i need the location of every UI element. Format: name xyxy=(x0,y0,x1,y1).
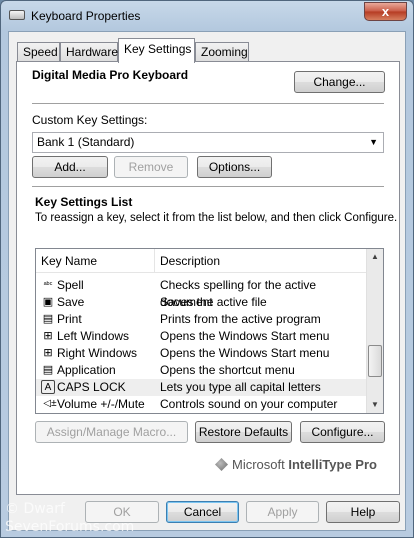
keyboard-name: Digital Media Pro Keyboard xyxy=(32,68,189,82)
intellitype-logo: Microsoft IntelliType Pro xyxy=(215,457,377,472)
list-item[interactable]: ᵃᵇᶜ Spell Checks spelling for the active… xyxy=(36,277,366,309)
key-name: CAPS LOCK xyxy=(57,380,126,394)
key-description: Prints from the active program xyxy=(160,312,321,326)
watermark-line-2: SevenForums.com xyxy=(5,519,135,535)
key-description: Lets you type all capital letters xyxy=(160,380,321,394)
options-button[interactable]: Options... xyxy=(197,156,272,178)
scroll-up-icon[interactable]: ▲ xyxy=(367,249,383,265)
key-settings-panel: Digital Media Pro Keyboard Change... Cus… xyxy=(16,61,400,495)
watermark-line-1: © Dwarf xyxy=(5,501,65,517)
logo-brand: Microsoft xyxy=(232,457,285,472)
chevron-down-icon: ▼ xyxy=(369,137,378,147)
instructions-text: To reassign a key, select it from the li… xyxy=(35,212,398,224)
help-button[interactable]: Help xyxy=(326,501,400,523)
cancel-button[interactable]: Cancel xyxy=(166,501,239,523)
close-button[interactable]: x xyxy=(364,2,407,21)
tab-hardware[interactable]: Hardware xyxy=(60,42,118,62)
keyboard-icon xyxy=(9,10,25,20)
title-bar[interactable]: Keyboard Properties x xyxy=(1,1,413,31)
key-description: Opens the Windows Start menu xyxy=(160,329,330,343)
key-name: Application xyxy=(57,363,116,377)
save-icon: ▣ xyxy=(42,296,54,308)
intellitype-icon xyxy=(215,458,228,471)
scroll-down-icon[interactable]: ▼ xyxy=(367,397,383,413)
list-item[interactable]: A CAPS LOCK Lets you type all capital le… xyxy=(36,379,366,396)
key-name: Print xyxy=(57,312,82,326)
key-name: Right Windows xyxy=(57,346,138,360)
restore-defaults-button[interactable]: Restore Defaults xyxy=(195,421,292,443)
divider xyxy=(32,186,384,187)
menu-icon: ▤ xyxy=(42,364,54,376)
custom-key-settings-label: Custom Key Settings: xyxy=(32,113,148,127)
key-name: Volume +/-/Mute xyxy=(57,397,145,411)
selected-bank: Bank 1 (Standard) xyxy=(37,135,135,149)
configure-button[interactable]: Configure... xyxy=(300,421,385,443)
logo-product: IntelliType Pro xyxy=(288,457,377,472)
list-item[interactable]: ▣ Save Saves the active file xyxy=(36,294,366,311)
change-button[interactable]: Change... xyxy=(294,71,385,93)
list-header: Key Name Description xyxy=(36,249,366,273)
divider xyxy=(32,103,384,104)
abc-icon: ᵃᵇᶜ xyxy=(43,280,53,289)
window-title: Keyboard Properties xyxy=(31,9,141,23)
key-description: Controls sound on your computer xyxy=(160,397,338,411)
list-item[interactable]: ◁± Volume +/-/Mute Controls sound on you… xyxy=(36,396,366,413)
print-icon: ▤ xyxy=(42,313,54,325)
custom-key-settings-select[interactable]: Bank 1 (Standard) ▼ xyxy=(32,132,384,153)
windows-logo-icon: ⊞ xyxy=(43,330,53,342)
key-description: Saves the active file xyxy=(160,295,267,309)
key-description: Opens the Windows Start menu xyxy=(160,346,330,360)
key-settings-list[interactable]: Key Name Description ᵃᵇᶜ Spell Checks sp… xyxy=(35,248,384,414)
tab-zooming[interactable]: Zooming xyxy=(195,42,249,62)
tab-key-settings[interactable]: Key Settings xyxy=(118,38,195,63)
list-item[interactable]: ▤ Application Opens the shortcut menu xyxy=(36,362,366,379)
key-name: Save xyxy=(57,295,85,309)
windows-logo-icon: ⊞ xyxy=(43,347,53,359)
key-description: Opens the shortcut menu xyxy=(160,363,295,377)
dialog-window: Keyboard Properties x Speed Hardware Key… xyxy=(0,0,414,538)
list-item[interactable]: ⊞ Right Windows Opens the Windows Start … xyxy=(36,345,366,362)
apply-button[interactable]: Apply xyxy=(246,501,319,523)
caps-lock-icon: A xyxy=(41,380,55,394)
scroll-thumb[interactable] xyxy=(368,345,382,377)
tab-speed[interactable]: Speed xyxy=(17,42,60,62)
add-button[interactable]: Add... xyxy=(32,156,108,178)
assign-manage-macro-button[interactable]: Assign/Manage Macro... xyxy=(35,421,188,443)
column-key-name[interactable]: Key Name xyxy=(36,249,97,273)
key-name: Spell xyxy=(57,278,84,292)
remove-button[interactable]: Remove xyxy=(114,156,188,178)
list-item[interactable]: ⊞ Left Windows Opens the Windows Start m… xyxy=(36,328,366,345)
column-description[interactable]: Description xyxy=(155,249,220,273)
vertical-scrollbar[interactable]: ▲ ▼ xyxy=(366,249,383,413)
list-item[interactable]: ▤ Print Prints from the active program xyxy=(36,311,366,328)
dialog-client: Speed Hardware Key Settings Zooming Digi… xyxy=(8,31,406,531)
key-settings-list-heading: Key Settings List xyxy=(35,195,133,209)
key-name: Left Windows xyxy=(57,329,130,343)
